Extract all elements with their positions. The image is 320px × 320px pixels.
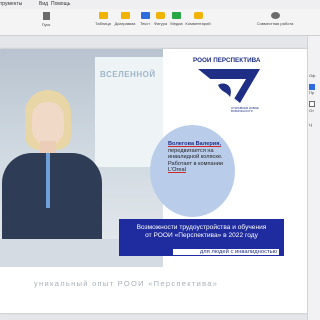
shape-icon: [156, 12, 165, 19]
collaboration-button[interactable]: Совместная работа: [255, 12, 295, 34]
person-name: Волегова Валерия,: [168, 141, 222, 147]
toolbar: Пуск Таблица Диаграмма Текст Фигура Меди…: [0, 9, 320, 36]
person-face: [32, 102, 64, 145]
person-lanyard: [46, 153, 50, 208]
logo-title: РООИ ПЕРСПЕКТИВА: [193, 57, 261, 64]
footer-caption: уникальный опыт РООИ «Перспектива»: [34, 279, 219, 288]
comment-button[interactable]: Комментарий: [185, 12, 211, 34]
table-button[interactable]: Таблица: [93, 12, 113, 34]
chart-icon: [120, 12, 130, 19]
panel-label-2: Пр: [309, 90, 315, 95]
comment-icon: [193, 12, 203, 19]
panel-label-3: От: [309, 108, 314, 113]
media-icon: [172, 12, 181, 19]
media-button[interactable]: Медиа: [169, 12, 184, 34]
slide-canvas: ВСЕЛЕННОЙ уникальный опыт РООИ «Перспект…: [0, 36, 320, 320]
person-description: передвигается на инвалидной коляске. Раб…: [168, 147, 223, 167]
text-icon: [140, 12, 150, 19]
quote-bubble-text: Волегова Валерия, передвигается на инвал…: [168, 141, 234, 174]
slide[interactable]: ВСЕЛЕННОЙ уникальный опыт РООИ «Перспект…: [0, 49, 307, 313]
banner-subtitle: для людей с инвалидностью: [173, 249, 279, 255]
format-panel: [307, 36, 320, 320]
banner-title: Возможности трудоустройства и обучения о…: [136, 224, 267, 240]
table-icon: [98, 12, 108, 19]
collaboration-icon: [270, 12, 280, 19]
play-icon: [42, 12, 50, 20]
chart-button[interactable]: Диаграмма: [114, 12, 136, 34]
menu-tools[interactable]: трументы: [0, 1, 22, 7]
menu-view[interactable]: Вид: [39, 1, 48, 7]
footer-strip: [0, 267, 307, 313]
panel-label-4: Ц: [309, 122, 312, 127]
logo-subtitle: ОТКРЫВАЕМ НОВЫЕ ВОЗМОЖНОСТИ: [231, 107, 259, 114]
panel-checkbox-2[interactable]: [309, 101, 315, 107]
play-button[interactable]: Пуск: [36, 12, 56, 34]
panel-label-1: Оф: [309, 73, 316, 78]
photo-wall-text: ВСЕЛЕННОЙ: [100, 70, 156, 79]
company-name: L'Oreal: [168, 167, 186, 174]
menu-help[interactable]: Помощь: [51, 1, 70, 7]
shape-button[interactable]: Фигура: [153, 12, 168, 34]
text-button[interactable]: Текст: [138, 12, 152, 34]
